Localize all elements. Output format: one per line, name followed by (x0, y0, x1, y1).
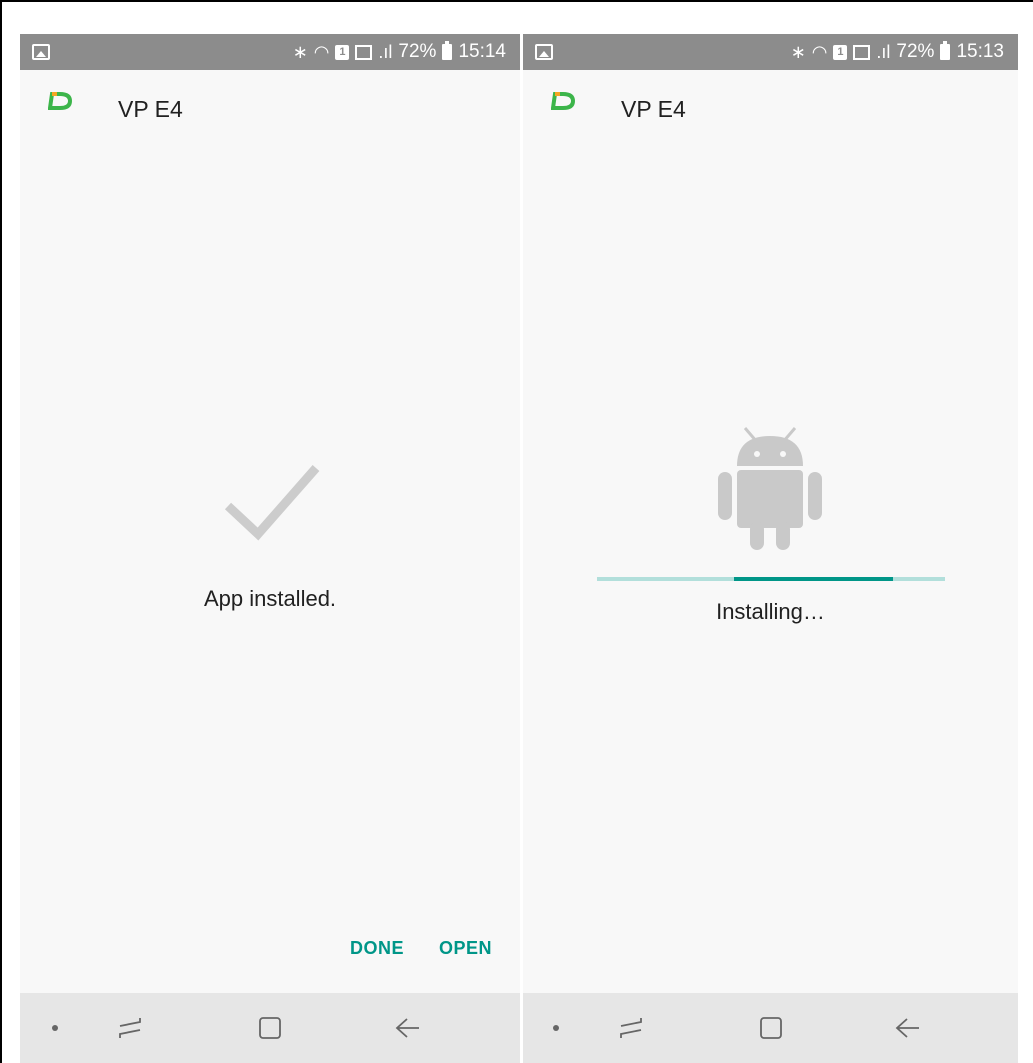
clock: 15:14 (458, 41, 506, 62)
bluetooth-icon: ∗ (292, 42, 308, 62)
install-status-message: App installed. (203, 586, 337, 611)
app-bar: VP E4 (523, 70, 1018, 146)
bluetooth-icon: ∗ (790, 42, 806, 62)
signal-icon (355, 44, 373, 60)
battery-percent: 72% (398, 41, 437, 62)
battery-icon (442, 41, 453, 60)
sim-icon: 1 (335, 44, 350, 60)
done-button[interactable]: DONE (350, 938, 404, 959)
wifi-icon: ◠ (811, 42, 828, 62)
clock: 15:13 (956, 41, 1004, 62)
image-icon (32, 44, 50, 60)
signal-bars-icon: .ıl (378, 42, 393, 62)
dot-icon[interactable] (40, 993, 70, 1063)
app-bar: VP E4 (20, 70, 520, 146)
back-icon[interactable] (890, 993, 926, 1063)
navigation-bar (523, 993, 1018, 1063)
home-icon[interactable] (753, 993, 789, 1063)
dot-icon[interactable] (541, 993, 571, 1063)
app-title: VP E4 (621, 96, 686, 122)
progress-indicator (734, 577, 893, 581)
app-logo (551, 92, 575, 110)
install-status-message: Installing… (716, 599, 825, 624)
signal-bars-icon: .ıl (876, 42, 891, 62)
open-button[interactable]: OPEN (439, 938, 492, 959)
recent-apps-icon[interactable] (613, 993, 649, 1063)
back-icon[interactable] (390, 993, 426, 1063)
install-progress-bar (597, 577, 945, 581)
checkmark-icon (224, 465, 320, 541)
status-bar: ∗ ◠ 1 .ıl 72% 15:13 (523, 34, 1018, 70)
navigation-bar (20, 993, 520, 1063)
wifi-icon: ◠ (313, 42, 330, 62)
android-icon (718, 427, 822, 550)
home-icon[interactable] (252, 993, 288, 1063)
installing-screen: ∗ ◠ 1 .ıl 72% 15:13 VP E4 Installing… (523, 34, 1018, 1063)
sim-icon: 1 (833, 44, 848, 60)
image-icon (535, 44, 553, 60)
recent-apps-icon[interactable] (112, 993, 148, 1063)
installed-screen: ∗ ◠ 1 .ıl 72% 15:14 VP E4 App installed.… (20, 34, 520, 1063)
signal-icon (853, 44, 871, 60)
app-title: VP E4 (118, 96, 183, 122)
app-logo (48, 92, 72, 110)
battery-percent: 72% (896, 41, 935, 62)
battery-icon (940, 41, 951, 60)
status-bar: ∗ ◠ 1 .ıl 72% 15:14 (20, 34, 520, 70)
